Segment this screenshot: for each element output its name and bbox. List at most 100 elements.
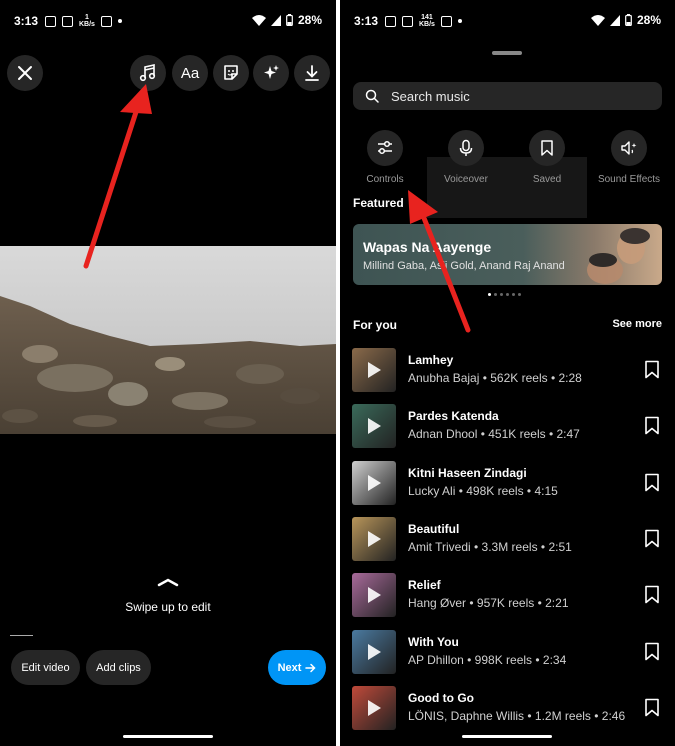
track-meta: Anubha Bajaj • 562K reels • 2:28 [408,371,582,385]
sheet-drag-handle[interactable] [492,51,522,55]
track-thumbnail[interactable] [352,404,396,449]
right-screen: 3:13 141 KB/s 28% Search music Controls V [340,0,675,746]
track-title: Good to Go [408,690,474,705]
wifi-icon [251,14,266,26]
wifi-icon [590,14,605,26]
track-row[interactable]: Relief Hang Øver • 957K reels • 2:21 [352,573,664,618]
video-preview[interactable] [0,246,336,434]
play-icon [368,418,381,435]
signal-icon [270,14,281,26]
carousel-dot[interactable] [518,293,521,296]
bookmark-icon[interactable] [644,529,660,548]
controls-button[interactable]: Controls [345,130,425,185]
saved-label: Saved [532,174,562,185]
for-you-heading: For you [353,318,397,332]
swipe-up-hint[interactable]: Swipe up to edit [0,577,336,614]
notification-icon [62,15,73,27]
play-icon [368,530,381,547]
next-button[interactable]: Next [268,650,326,685]
close-icon [18,66,32,80]
track-row[interactable]: Good to Go LÖNIS, Daphne Willis • 1.2M re… [352,685,664,730]
bookmark-icon[interactable] [644,360,660,379]
status-time: 3:13 [14,14,39,28]
music-button[interactable] [130,55,166,91]
carousel-dot[interactable] [512,293,515,296]
track-title: Kitni Haseen Zindagi [408,465,527,480]
close-button[interactable] [7,55,43,91]
battery-icon [625,14,632,26]
track-meta: LÖNIS, Daphne Willis • 1.2M reels • 2:46 [408,708,626,723]
track-thumbnail[interactable] [352,460,396,505]
track-title: Lamhey [408,353,454,367]
track-row[interactable]: Beautiful Amit Trivedi • 3.3M reels • 2:5… [352,516,664,561]
download-icon [305,65,319,81]
notification-icon [440,15,452,27]
status-time: 3:13 [354,14,379,28]
arrow-right-icon [305,663,316,672]
voiceover-button[interactable]: Voiceover [426,130,506,185]
track-thumbnail[interactable] [352,516,396,561]
track-row[interactable]: Kitni Haseen Zindagi Lucky Ali • 498K ree… [352,460,664,505]
see-more-link[interactable]: See more [612,318,662,330]
sliders-icon [378,140,392,155]
carousel-dot[interactable] [494,293,497,296]
carousel-dot[interactable] [506,293,509,296]
sound-effects-label: Sound Effects [597,174,661,185]
track-title: Relief [408,578,441,593]
sound-effects-button[interactable]: Sound Effects [589,130,669,185]
add-clips-button[interactable]: Add clips [86,650,151,685]
saved-button[interactable]: Saved [507,130,587,185]
track-row[interactable]: Pardes Katenda Adnan Dhool • 451K reels •… [352,404,664,449]
more-notifications-dot [117,19,122,23]
track-thumbnail[interactable] [352,685,396,730]
notification-icon [402,15,413,27]
track-title: Pardes Katenda [408,409,499,424]
text-button[interactable]: Aa [172,55,208,91]
track-title: Beautiful [408,521,460,536]
download-button[interactable] [294,55,330,91]
notification-icon [45,15,56,27]
carousel-dot[interactable] [500,293,503,296]
track-row[interactable]: Lamhey Anubha Bajaj • 562K reels • 2:28 [352,348,664,392]
play-icon [368,474,381,491]
bookmark-icon[interactable] [644,473,660,492]
featured-card[interactable]: Wapas Na Aayenge Millind Gaba, Asli Gold… [353,224,662,285]
bookmark-icon[interactable] [644,642,660,661]
effects-button[interactable] [253,55,289,91]
track-thumbnail[interactable] [352,348,396,392]
timeline-indicator [10,635,33,636]
music-icon [139,64,156,82]
bookmark-icon[interactable] [644,698,660,717]
voiceover-label: Voiceover [444,174,488,185]
notification-icon [100,15,112,27]
battery-percent: 28% [636,13,661,27]
track-row[interactable]: With You AP Dhillon • 998K reels • 2:34 [352,629,664,674]
more-notifications-dot [457,19,462,23]
track-thumbnail[interactable] [352,573,396,618]
sticker-button[interactable] [213,55,249,91]
bookmark-icon[interactable] [644,585,660,604]
track-meta: Hang Øver • 957K reels • 2:21 [408,596,569,611]
bookmark-icon[interactable] [644,416,660,435]
home-indicator[interactable] [462,735,552,738]
signal-icon [609,14,620,26]
carousel-dot[interactable] [488,293,491,296]
battery-percent: 28% [297,13,322,27]
track-thumbnail[interactable] [352,629,396,674]
search-placeholder: Search music [391,88,470,104]
track-meta: Adnan Dhool • 451K reels • 2:47 [408,427,580,442]
search-music-field[interactable]: Search music [353,82,662,110]
rocky-landscape-image [0,246,336,434]
carousel-dots [488,293,521,296]
play-icon [368,362,381,378]
play-icon [368,643,381,660]
battery-icon [286,14,293,26]
network-speed: 1 KB/s [79,14,95,28]
controls-label: Controls [366,174,404,185]
play-icon [368,699,381,716]
home-indicator[interactable] [123,735,213,738]
track-title: With You [408,634,459,649]
next-label: Next [277,661,302,674]
sticker-icon [224,65,238,80]
edit-video-button[interactable]: Edit video [11,650,80,685]
